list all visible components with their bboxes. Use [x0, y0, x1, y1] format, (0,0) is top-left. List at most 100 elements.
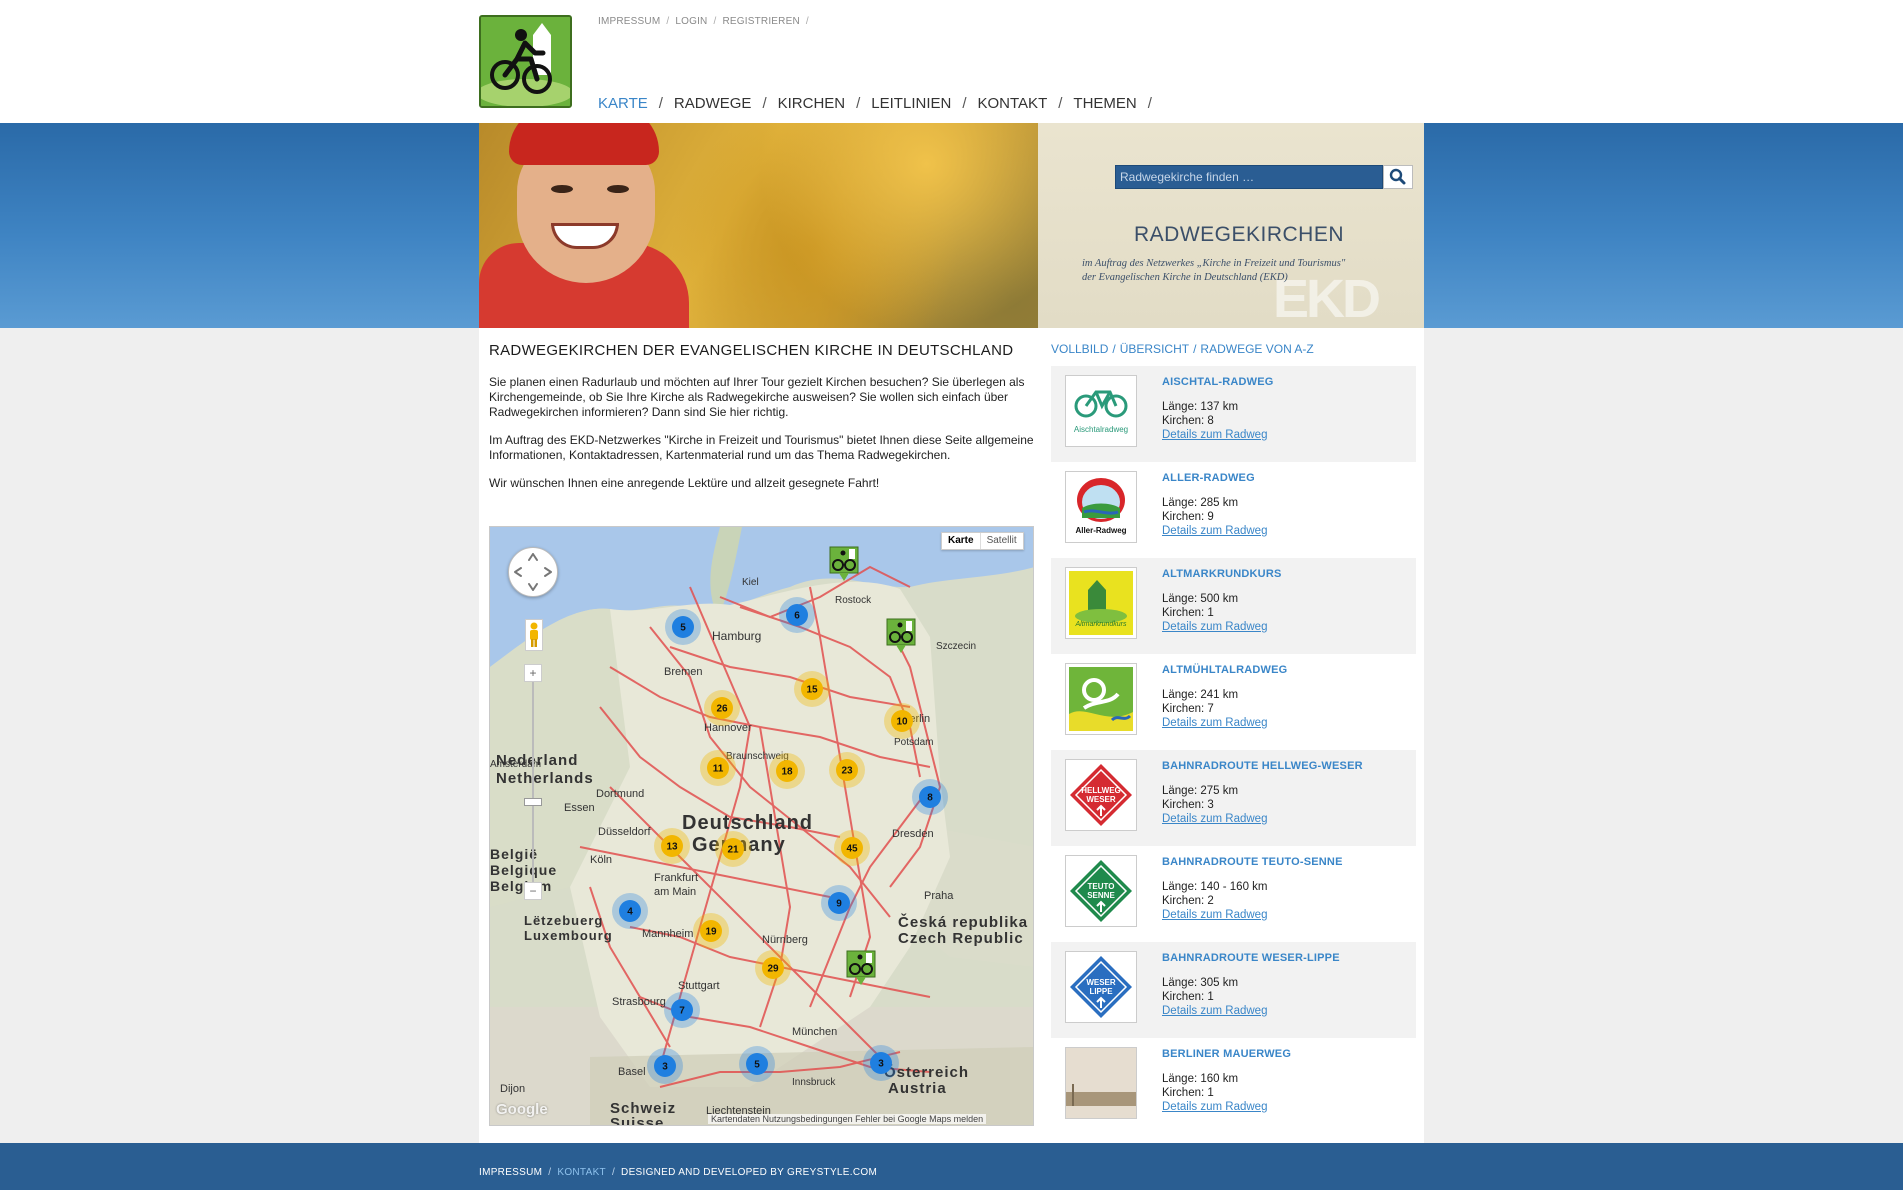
svg-text:26: 26	[716, 704, 728, 715]
svg-text:Altmarkrundkurs: Altmarkrundkurs	[1075, 621, 1127, 628]
route-details-link[interactable]: Details zum Radweg	[1162, 525, 1267, 537]
cluster-marker-orange[interactable]: 15	[794, 671, 830, 707]
cluster-marker-blue[interactable]: 6	[779, 597, 815, 633]
route-details-link[interactable]: Details zum Radweg	[1162, 813, 1267, 825]
topnav-registrieren[interactable]: REGISTRIEREN	[722, 16, 799, 27]
footer-kontakt[interactable]: KONTAKT	[557, 1167, 606, 1178]
cluster-marker-blue[interactable]: 7	[664, 992, 700, 1028]
link-vollbild[interactable]: VOLLBILD	[1051, 342, 1108, 356]
route-name[interactable]: BAHNRADROUTE TEUTO-SENNE	[1162, 855, 1343, 869]
route-logo-aischtal-icon[interactable]: Aischtalradweg	[1065, 375, 1137, 447]
footer-impressum[interactable]: IMPRESSUM	[479, 1167, 542, 1178]
site-footer: IMPRESSUM / KONTAKT / DESIGNED AND DEVELOPED…	[0, 1143, 1903, 1190]
route-length: Länge: 305 km	[1162, 977, 1239, 989]
hero-photo-cyclist	[479, 123, 1038, 328]
svg-text:5: 5	[680, 623, 686, 634]
route-name[interactable]: ALTMARKRUNDKURS	[1162, 567, 1282, 581]
search-input[interactable]	[1116, 166, 1381, 188]
cluster-marker-orange[interactable]: 26	[704, 690, 740, 726]
intro-paragraph-1: Sie planen einen Radurlaub und möchten a…	[489, 375, 1025, 419]
pan-arrows-icon[interactable]	[508, 547, 558, 597]
route-logo-hellweg-weser-icon[interactable]: HELLWEG WESER	[1065, 759, 1137, 831]
map-place-label: Köln	[590, 854, 612, 866]
cluster-marker-blue[interactable]: 3	[863, 1045, 899, 1081]
mainnav-themen[interactable]: THEMEN	[1073, 95, 1136, 112]
map-place-label: Lëtzebuerg	[524, 913, 603, 928]
link-radwege-a-z[interactable]: RADWEGE VON A-Z	[1200, 342, 1313, 356]
cluster-marker-orange[interactable]: 21	[715, 831, 751, 867]
intro-column: RADWEGEKIRCHEN DER EVANGELISCHEN KIRCHE …	[489, 342, 1034, 504]
site-header: IMPRESSUM / LOGIN / REGISTRIEREN / KARTE / RADW…	[0, 0, 1903, 123]
route-details-link[interactable]: Details zum Radweg	[1162, 717, 1267, 729]
mainnav-radwege[interactable]: RADWEGE	[674, 95, 752, 112]
route-item: ALTMÜHLTALRADWEG Länge: 241 km Kirchen: …	[1051, 654, 1416, 750]
route-details-link[interactable]: Details zum Radweg	[1162, 1005, 1267, 1017]
svg-text:WESER: WESER	[1086, 978, 1116, 987]
map-place-label: Suisse	[610, 1115, 664, 1126]
topnav-impressum[interactable]: IMPRESSUM	[598, 16, 660, 27]
cluster-marker-orange[interactable]: 10	[884, 703, 920, 739]
link-uebersicht[interactable]: ÜBERSICHT	[1120, 342, 1189, 356]
route-item: TEUTO SENNE BAHNRADROUTE TEUTO-SENNE Län…	[1051, 846, 1416, 942]
mainnav-kontakt[interactable]: KONTAKT	[978, 95, 1048, 112]
route-item: WESER LIPPE BAHNRADROUTE WESER-LIPPE Län…	[1051, 942, 1416, 1038]
route-name[interactable]: ALTMÜHLTALRADWEG	[1162, 663, 1287, 677]
map-footer-links[interactable]: Kartendaten Nutzungsbedingungen Fehler b…	[708, 1114, 987, 1124]
zoom-in-button[interactable]: +	[524, 664, 542, 682]
map-place-label: Austria	[888, 1080, 947, 1097]
footer-credit[interactable]: DESIGNED AND DEVELOPED BY GREYSTYLE.COM	[621, 1167, 877, 1178]
cluster-marker-blue[interactable]: 5	[665, 609, 701, 645]
route-name[interactable]: BERLINER MAUERWEG	[1162, 1047, 1291, 1061]
mainnav-karte[interactable]: KARTE	[598, 95, 648, 112]
route-name[interactable]: ALLER-RADWEG	[1162, 471, 1267, 485]
cluster-marker-blue[interactable]: 9	[821, 885, 857, 921]
route-logo-teuto-senne-icon[interactable]: TEUTO SENNE	[1065, 855, 1137, 927]
map-place-label: am Main	[654, 886, 696, 898]
route-details-link[interactable]: Details zum Radweg	[1162, 429, 1267, 441]
route-details-link[interactable]: Details zum Radweg	[1162, 1101, 1267, 1113]
map-place-label: Deutschland	[682, 812, 813, 834]
mainnav-kirchen[interactable]: KIRCHEN	[778, 95, 846, 112]
top-utility-nav: IMPRESSUM / LOGIN / REGISTRIEREN /	[598, 16, 809, 27]
route-details-link[interactable]: Details zum Radweg	[1162, 909, 1267, 921]
cluster-marker-orange[interactable]: 45	[834, 830, 870, 866]
zoom-slider-track[interactable]	[532, 682, 534, 882]
svg-text:SENNE: SENNE	[1087, 891, 1115, 900]
cluster-marker-orange[interactable]: 18	[769, 753, 805, 789]
cluster-marker-blue[interactable]: 5	[739, 1046, 775, 1082]
route-name[interactable]: AISCHTAL-RADWEG	[1162, 375, 1274, 389]
radwegekirchen-logo-icon[interactable]	[479, 15, 572, 108]
route-logo-weser-lippe-icon[interactable]: WESER LIPPE	[1065, 951, 1137, 1023]
route-logo-altmuehltal-icon[interactable]	[1065, 663, 1137, 735]
route-name[interactable]: BAHNRADROUTE HELLWEG-WESER	[1162, 759, 1363, 773]
route-item: BERLINER MAUERWEG Länge: 160 km Kirchen:…	[1051, 1038, 1416, 1134]
cluster-marker-blue[interactable]: 3	[647, 1048, 683, 1084]
cluster-marker-orange[interactable]: 11	[700, 750, 736, 786]
search-button[interactable]	[1383, 165, 1413, 189]
route-name[interactable]: BAHNRADROUTE WESER-LIPPE	[1162, 951, 1340, 965]
cluster-marker-orange[interactable]: 23	[829, 752, 865, 788]
route-logo-mauerweg-icon[interactable]	[1065, 1047, 1137, 1119]
cluster-marker-orange[interactable]: 29	[755, 950, 791, 986]
route-churches: Kirchen: 3	[1162, 799, 1214, 811]
svg-text:13: 13	[666, 842, 678, 853]
map-place-label: Hamburg	[712, 629, 761, 643]
cluster-marker-orange[interactable]: 19	[693, 913, 729, 949]
svg-text:23: 23	[841, 766, 853, 777]
route-churches: Kirchen: 1	[1162, 991, 1214, 1003]
route-churches: Kirchen: 1	[1162, 1087, 1214, 1099]
mainnav-leitlinien[interactable]: LEITLINIEN	[871, 95, 951, 112]
map-type-karte[interactable]: Karte	[942, 533, 980, 549]
topnav-login[interactable]: LOGIN	[675, 16, 707, 27]
cluster-marker-blue[interactable]: 8	[912, 779, 948, 815]
pegman-icon[interactable]	[525, 619, 543, 651]
cluster-marker-orange[interactable]: 13	[654, 828, 690, 864]
route-details-link[interactable]: Details zum Radweg	[1162, 621, 1267, 633]
route-logo-altmark-icon[interactable]: Altmarkrundkurs	[1065, 567, 1137, 639]
route-logo-aller-icon[interactable]: Aller-Radweg	[1065, 471, 1137, 543]
cluster-marker-blue[interactable]: 4	[612, 893, 648, 929]
google-map[interactable]: Kiel Rostock Hamburg Szczecin Bremen Hannover…	[489, 526, 1034, 1126]
map-type-satellit[interactable]: Satellit	[979, 533, 1023, 549]
zoom-slider-thumb[interactable]	[524, 798, 542, 806]
zoom-out-button[interactable]: −	[524, 882, 542, 900]
